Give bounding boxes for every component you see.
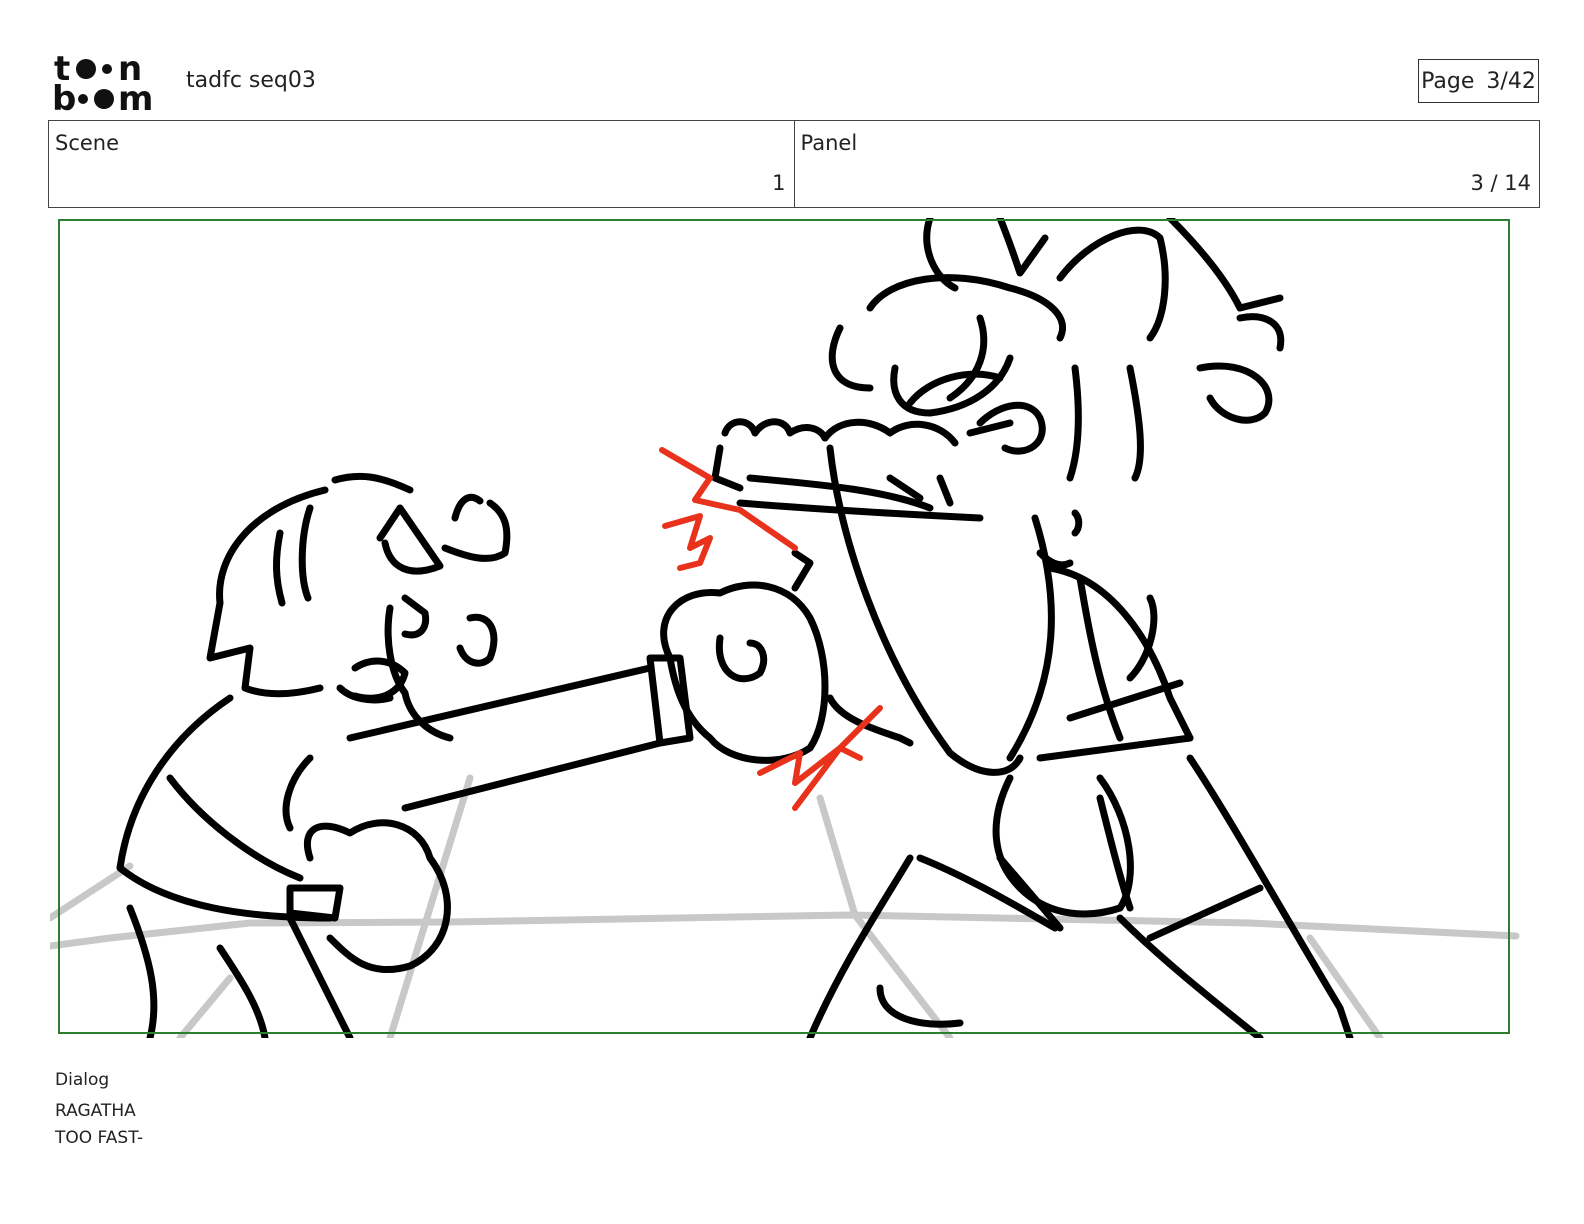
svg-text:m: m [118, 79, 153, 114]
page-number: 3/42 [1486, 68, 1536, 94]
page-indicator: Page 3/42 [1418, 59, 1539, 103]
dialog-label: Dialog [55, 1070, 110, 1090]
panel-cell: Panel 3 / 14 [793, 121, 1540, 207]
scene-cell: Scene 1 [49, 121, 794, 207]
ring-ropes [50, 774, 1520, 1038]
storyboard-panel [50, 218, 1540, 1038]
svg-text:b: b [52, 79, 76, 114]
panel-label: Panel [800, 131, 858, 155]
scene-panel-table: Scene 1 Panel 3 / 14 [48, 120, 1540, 208]
page-label: Page [1421, 68, 1475, 94]
scene-number: 1 [772, 171, 786, 195]
left-fighter-sketch [116, 472, 694, 1038]
dialog-speaker: RAGATHA [55, 1101, 136, 1121]
dialog-line: TOO FAST- [55, 1128, 144, 1148]
scene-label: Scene [55, 131, 120, 155]
panel-number: 3 / 14 [1470, 171, 1531, 195]
project-title: tadfc seq03 [186, 68, 316, 93]
panel-border [58, 219, 1510, 1034]
toon-boom-logo: t n b m [52, 49, 164, 119]
